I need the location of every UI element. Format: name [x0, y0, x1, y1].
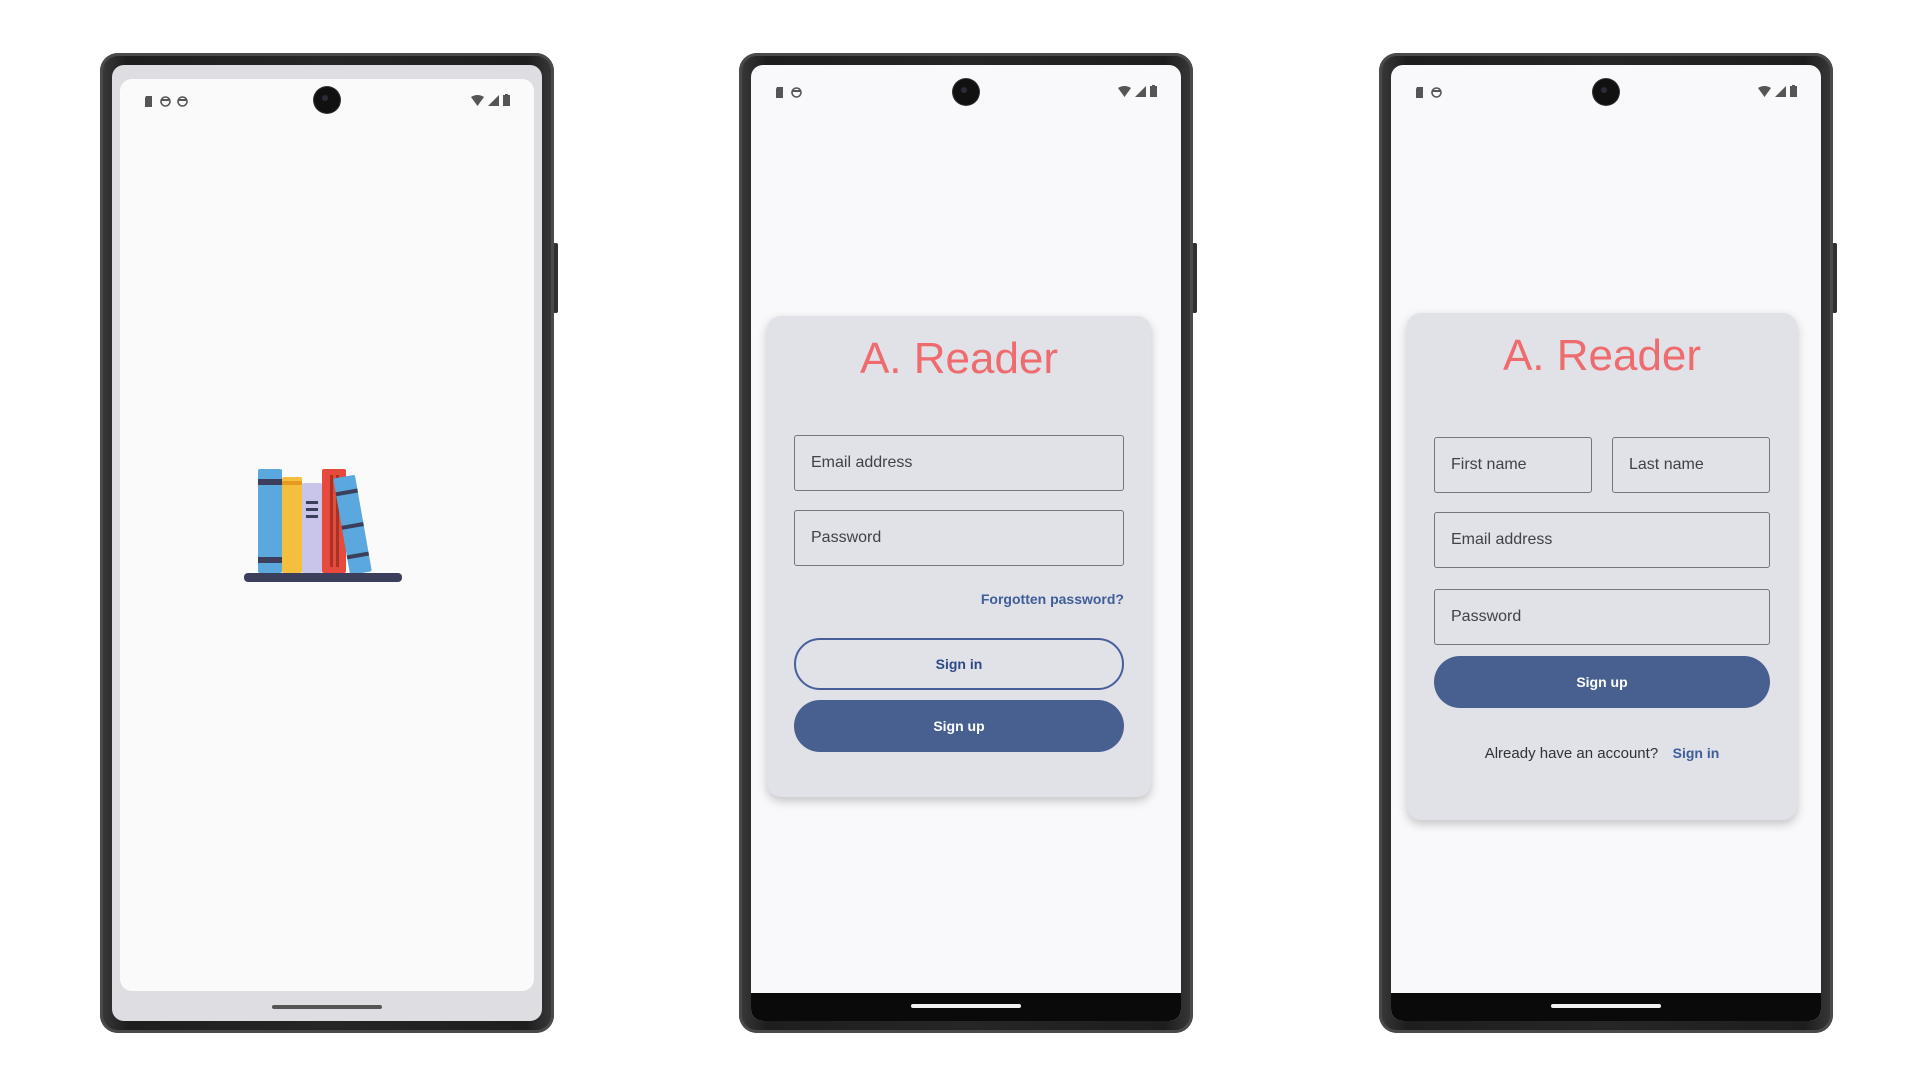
power-button [553, 243, 558, 313]
book-icon [258, 469, 282, 573]
shield-icon [1431, 87, 1442, 98]
splash-content [120, 79, 534, 991]
sign-up-button[interactable]: Sign up [794, 700, 1124, 752]
sign-in-screen: A. Reader Email address Password Forgott… [751, 65, 1181, 1021]
sign-up-card: A. Reader First name Last name Email add… [1407, 313, 1797, 820]
status-bar [120, 79, 534, 119]
power-button [1832, 243, 1837, 313]
signal-icon [488, 94, 499, 106]
signal-icon [1775, 85, 1786, 97]
phone-splash [100, 53, 558, 1033]
gesture-bar[interactable] [1551, 1004, 1661, 1008]
status-right-icons [471, 94, 510, 106]
first-name-placeholder: First name [1451, 456, 1527, 473]
sign-in-card: A. Reader Email address Password Forgott… [767, 316, 1151, 797]
sign-in-button-label: Sign in [935, 656, 983, 672]
email-field[interactable]: Email address [794, 435, 1124, 491]
bookshelf-logo [244, 469, 402, 582]
phone-sign-in: A. Reader Email address Password Forgott… [739, 53, 1197, 1033]
battery-icon [1790, 85, 1797, 97]
have-account-row: Already have an account? Sign in [1407, 745, 1797, 763]
email-field[interactable]: Email address [1434, 512, 1770, 568]
battery-icon [1150, 85, 1157, 97]
battery-icon [503, 94, 510, 106]
book-icon [302, 483, 322, 573]
password-field[interactable]: Password [794, 510, 1124, 566]
navigation-bar [751, 993, 1181, 1021]
password-placeholder: Password [1451, 608, 1522, 625]
sign-up-button-label: Sign up [933, 718, 985, 734]
password-placeholder: Password [811, 529, 882, 546]
first-name-field[interactable]: First name [1434, 437, 1592, 493]
shelf [244, 573, 402, 582]
sign-up-screen: A. Reader First name Last name Email add… [1391, 65, 1821, 1021]
front-camera [1593, 79, 1619, 105]
wifi-icon [1758, 85, 1771, 97]
status-left-icons [144, 96, 188, 107]
sign-in-link[interactable]: Sign in [1673, 745, 1720, 761]
status-left-icons [1415, 87, 1442, 98]
signal-icon [1135, 85, 1146, 97]
status-bar [751, 65, 1181, 105]
navigation-bar [1391, 993, 1821, 1021]
sign-in-button[interactable]: Sign in [794, 638, 1124, 690]
status-right-icons [1118, 85, 1157, 97]
app-title: A. Reader [859, 334, 1059, 383]
app-title: A. Reader [1502, 331, 1702, 380]
shield-icon [791, 87, 802, 98]
gesture-bar[interactable] [911, 1004, 1021, 1008]
last-name-field[interactable]: Last name [1612, 437, 1770, 493]
front-camera [314, 87, 340, 113]
status-left-icons [775, 87, 802, 98]
sd-card-icon [776, 87, 783, 98]
email-placeholder: Email address [811, 454, 913, 471]
phone-sign-up: A. Reader First name Last name Email add… [1379, 53, 1837, 1033]
wifi-icon [471, 94, 484, 106]
have-account-text: Already have an account? [1484, 745, 1659, 762]
sd-card-icon [1416, 87, 1423, 98]
email-placeholder: Email address [1451, 531, 1553, 548]
wifi-icon [1118, 85, 1131, 97]
sign-up-button-label: Sign up [1576, 674, 1628, 690]
shield-icon [177, 96, 188, 107]
sd-card-icon [145, 96, 152, 107]
power-button [1192, 243, 1197, 313]
splash-screen [112, 65, 542, 1021]
book-icon [282, 477, 302, 573]
forgot-password-link[interactable]: Forgotten password? [981, 591, 1124, 607]
front-camera [953, 79, 979, 105]
shield-icon [160, 96, 171, 107]
status-bar [1391, 65, 1821, 105]
gesture-bar[interactable] [272, 1005, 382, 1009]
sign-up-button[interactable]: Sign up [1434, 656, 1770, 708]
status-right-icons [1758, 85, 1797, 97]
password-field[interactable]: Password [1434, 589, 1770, 645]
last-name-placeholder: Last name [1629, 456, 1704, 473]
